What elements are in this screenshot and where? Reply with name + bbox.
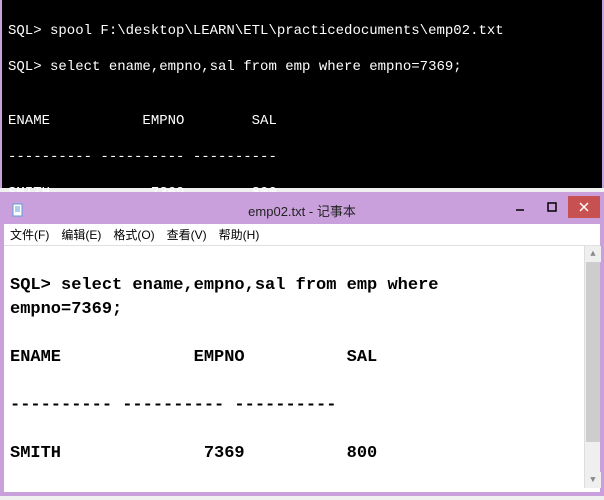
text-line: SMITH 7369 800 [10,444,377,463]
terminal-line: SQL> select ename,empno,sal from emp whe… [8,58,596,76]
scroll-up-button[interactable]: ▲ [585,246,601,262]
menu-help[interactable]: 帮助(H) [217,226,262,243]
close-button[interactable] [568,196,600,218]
minimize-button[interactable] [504,196,536,218]
notepad-icon [10,202,26,218]
scroll-down-button[interactable]: ▼ [585,472,601,488]
menu-format[interactable]: 格式(O) [111,226,156,243]
window-controls [504,196,600,218]
text-area[interactable]: SQL> select ename,empno,sal from emp whe… [4,246,600,492]
maximize-button[interactable] [536,196,568,218]
text-line: ENAME EMPNO SAL [10,348,377,367]
window-title: emp02.txt - 记事本 [248,201,356,220]
menu-file[interactable]: 文件(F) [8,226,51,243]
scroll-thumb[interactable] [586,262,600,442]
text-line: empno=7369; [10,300,122,319]
terminal-line: SQL> spool F:\desktop\LEARN\ETL\practice… [8,22,596,40]
text-line: ---------- ---------- ---------- [10,396,336,415]
menu-edit[interactable]: 编辑(E) [59,226,103,243]
vertical-scrollbar[interactable]: ▲ ▼ [584,246,600,488]
terminal-line: ---------- ---------- ---------- [8,148,596,166]
sql-terminal[interactable]: SQL> spool F:\desktop\LEARN\ETL\practice… [0,0,604,188]
terminal-line: ENAME EMPNO SAL [8,112,596,130]
text-line: SQL> select ename,empno,sal from emp whe… [10,276,438,295]
notepad-window: emp02.txt - 记事本 文件(F) 编辑(E) 格式(O) 查看(V) … [0,192,604,496]
menubar: 文件(F) 编辑(E) 格式(O) 查看(V) 帮助(H) [4,224,600,246]
titlebar[interactable]: emp02.txt - 记事本 [4,196,600,224]
menu-view[interactable]: 查看(V) [165,226,209,243]
